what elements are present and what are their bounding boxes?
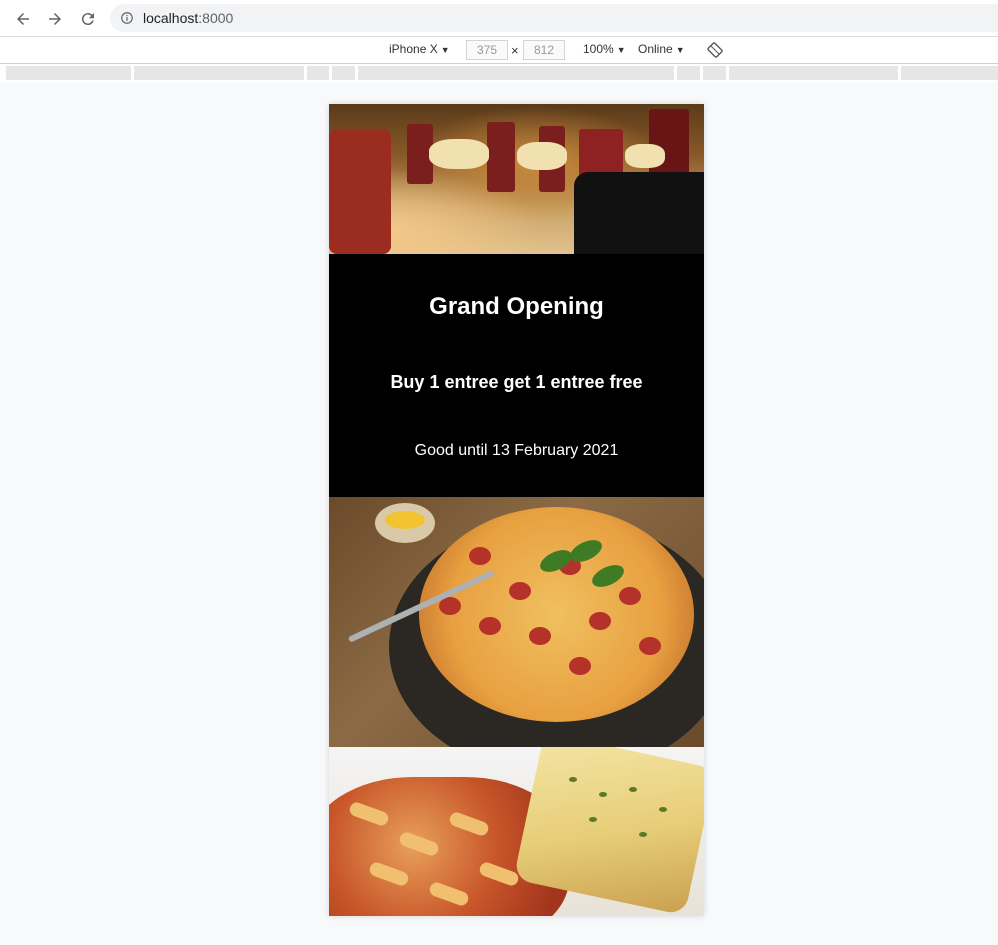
- promo-title: Grand Opening: [429, 293, 604, 320]
- network-select[interactable]: Online ▼: [638, 42, 685, 56]
- media-query-segment[interactable]: [703, 66, 726, 80]
- url-host: localhost: [143, 10, 199, 26]
- device-viewport: Grand Opening Buy 1 entree get 1 entree …: [329, 104, 704, 916]
- device-toolbar: iPhone X ▼ 375 × 812 100% ▼ Online ▼: [0, 37, 998, 64]
- back-button[interactable]: [11, 7, 35, 31]
- chevron-down-icon: ▼: [616, 45, 626, 55]
- forward-icon: [49, 13, 61, 25]
- media-query-bar[interactable]: [0, 64, 998, 82]
- media-query-segment[interactable]: [134, 66, 304, 80]
- zoom-value: 100%: [583, 42, 614, 56]
- forward-button[interactable]: [43, 7, 67, 31]
- info-icon[interactable]: [120, 11, 134, 25]
- width-input[interactable]: 375: [466, 40, 508, 60]
- restaurant-interior-image: [329, 104, 704, 254]
- chevron-down-icon: ▼: [440, 45, 450, 55]
- reload-icon: [81, 13, 94, 26]
- media-query-segment[interactable]: [358, 66, 674, 80]
- media-query-segment[interactable]: [6, 66, 131, 80]
- media-query-segment[interactable]: [901, 66, 998, 80]
- height-input[interactable]: 812: [523, 40, 565, 60]
- promo-offer: Buy 1 entree get 1 entree free: [390, 372, 643, 392]
- reload-button[interactable]: [76, 7, 100, 31]
- address-bar[interactable]: localhost:8000: [110, 4, 998, 32]
- media-query-segment[interactable]: [729, 66, 898, 80]
- dimension-separator: ×: [511, 43, 519, 58]
- chevron-down-icon: ▼: [675, 45, 685, 55]
- zoom-select[interactable]: 100% ▼: [583, 42, 626, 56]
- back-icon: [17, 13, 29, 25]
- device-select[interactable]: iPhone X ▼: [389, 42, 450, 56]
- device-name: iPhone X: [389, 42, 438, 56]
- pasta-image: [329, 747, 704, 916]
- url-text: localhost:8000: [143, 10, 233, 26]
- url-port: :8000: [198, 10, 234, 26]
- rotate-icon[interactable]: [707, 42, 723, 58]
- network-value: Online: [638, 42, 673, 56]
- promo-section: Grand Opening Buy 1 entree get 1 entree …: [329, 254, 704, 497]
- media-query-segment[interactable]: [332, 66, 355, 80]
- promo-validity: Good until 13 February 2021: [414, 442, 619, 459]
- media-query-segment[interactable]: [307, 66, 329, 80]
- browser-toolbar: localhost:8000: [0, 0, 998, 37]
- pizza-image: [329, 497, 704, 747]
- media-query-segment[interactable]: [677, 66, 700, 80]
